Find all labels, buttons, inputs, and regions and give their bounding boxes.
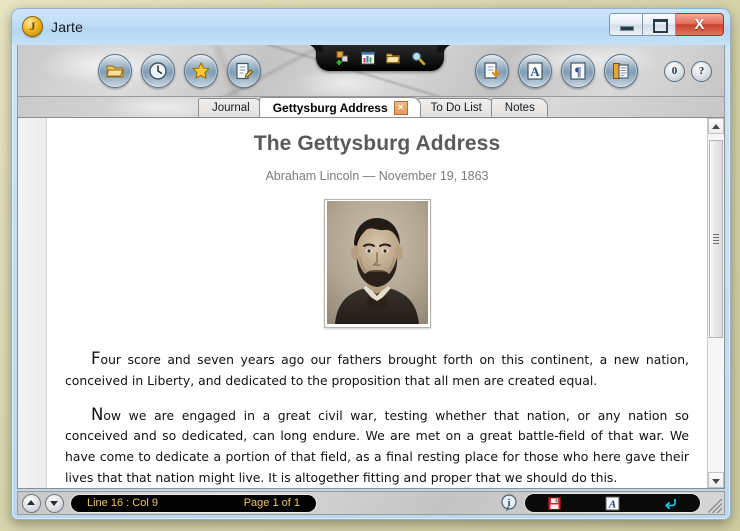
nav-down-button[interactable]	[45, 493, 64, 513]
triangle-up-icon	[27, 499, 35, 505]
svg-text:A: A	[530, 64, 540, 79]
tab-label: Gettysburg Address	[272, 100, 388, 115]
lincoln-portrait-image	[323, 199, 431, 328]
tab-gettysburg-address[interactable]: Gettysburg Address ×	[258, 97, 421, 117]
document-byline: Abraham Lincoln — November 19, 1863	[265, 169, 489, 183]
scroll-up-button[interactable]	[708, 118, 724, 134]
table-chart-icon[interactable]	[360, 50, 376, 66]
window-controls: X	[609, 13, 724, 36]
scrollbar-thumb[interactable]	[709, 140, 723, 338]
page-indicator: Page 1 of 1	[243, 497, 300, 509]
toolbar-dock	[316, 45, 444, 71]
svg-text:A: A	[608, 498, 616, 510]
star-icon	[191, 61, 211, 80]
paragraph-text: ow we are engaged in a great civil war, …	[65, 407, 689, 486]
maximize-button[interactable]	[643, 13, 676, 36]
clock-icon	[149, 62, 167, 80]
minimize-icon	[620, 26, 634, 31]
svg-text:i: i	[508, 498, 511, 509]
font-a-icon[interactable]: A	[605, 496, 620, 511]
portrait-photo	[326, 201, 428, 324]
maximize-icon	[653, 19, 668, 33]
favorites-button[interactable]	[184, 54, 218, 88]
save-document-icon	[484, 62, 501, 79]
clipboard-icon	[613, 63, 629, 79]
open-folder-button[interactable]	[98, 54, 132, 88]
paragraph-text: our score and seven years ago our father…	[65, 352, 689, 388]
title-bar[interactable]: J Jarte X	[12, 9, 730, 45]
close-button[interactable]: X	[676, 13, 724, 36]
tab-to-do-list[interactable]: To Do List	[416, 98, 495, 117]
toolbar-left-group	[98, 54, 261, 88]
save-floppy-icon[interactable]	[547, 496, 562, 511]
word-wrap-icon[interactable]	[663, 496, 678, 511]
jarte-window: J Jarte X A ¶ 0 ? Journal Gettysburg Add…	[11, 8, 731, 520]
chevron-down-icon	[712, 479, 720, 484]
clipboard-button[interactable]	[604, 54, 638, 88]
main-toolbar: A ¶ 0 ?	[17, 45, 725, 97]
jarte-logo-icon: J	[22, 16, 43, 37]
status-bar: Line 16 : Col 9 Page 1 of 1 i A	[17, 491, 725, 515]
zero-button[interactable]: 0	[664, 61, 685, 82]
minimize-button[interactable]	[609, 13, 643, 36]
paragraph-2: Now we are engaged in a great civil war,…	[61, 406, 693, 488]
grip-lines-icon	[713, 234, 719, 244]
chevron-up-icon	[712, 124, 720, 129]
tab-label: Notes	[504, 102, 535, 114]
paragraph-button[interactable]: ¶	[561, 54, 595, 88]
font-letter-icon: A	[527, 62, 543, 80]
edit-note-icon	[236, 62, 254, 80]
toolbar-right-group: A ¶	[475, 54, 638, 88]
document-page[interactable]: The Gettysburg Address Abraham Lincoln —…	[47, 118, 707, 488]
close-icon: X	[694, 16, 705, 33]
resize-grip[interactable]	[708, 499, 722, 513]
search-icon[interactable]	[410, 50, 426, 66]
margin-gutter	[18, 118, 47, 488]
triangle-down-icon	[50, 500, 58, 506]
save-document-button[interactable]	[475, 54, 509, 88]
tab-close-icon[interactable]: ×	[393, 100, 408, 115]
editor-area: The Gettysburg Address Abraham Lincoln —…	[17, 117, 725, 489]
folder-icon[interactable]	[385, 50, 401, 66]
tab-label: To Do List	[430, 102, 482, 114]
nav-up-button[interactable]	[22, 493, 41, 513]
tab-journal[interactable]: Journal	[198, 98, 263, 117]
open-folder-icon	[106, 65, 124, 78]
tab-notes[interactable]: Notes	[490, 98, 548, 117]
app-title: Jarte	[51, 18, 84, 35]
tab-strip: Journal Gettysburg Address × To Do List …	[17, 97, 725, 117]
recent-files-button[interactable]	[141, 54, 175, 88]
desktop-background: J Jarte X A ¶ 0 ? Journal Gettysburg Add…	[0, 0, 740, 531]
drop-cap: N	[91, 404, 104, 424]
document-title: The Gettysburg Address	[253, 132, 501, 155]
info-icon[interactable]: i	[500, 494, 518, 512]
status-display: Line 16 : Col 9 Page 1 of 1	[71, 494, 316, 512]
help-button[interactable]: ?	[691, 61, 712, 82]
new-document-icon[interactable]	[335, 50, 351, 66]
paragraph-icon: ¶	[570, 62, 586, 80]
font-button[interactable]: A	[518, 54, 552, 88]
status-tools: A	[525, 494, 700, 512]
paragraph-1: Four score and seven years ago our fathe…	[61, 350, 693, 392]
vertical-scrollbar[interactable]	[707, 118, 724, 488]
tab-label: Journal	[212, 102, 250, 114]
cursor-position: Line 16 : Col 9	[87, 497, 158, 509]
drop-cap: F	[91, 349, 101, 368]
toolbar-extras: 0 ?	[664, 61, 712, 82]
title-bar-left: J Jarte	[22, 16, 83, 37]
portrait-row	[61, 199, 693, 329]
edit-note-button[interactable]	[227, 54, 261, 88]
scroll-down-button[interactable]	[708, 472, 724, 488]
svg-text:¶: ¶	[574, 64, 581, 79]
